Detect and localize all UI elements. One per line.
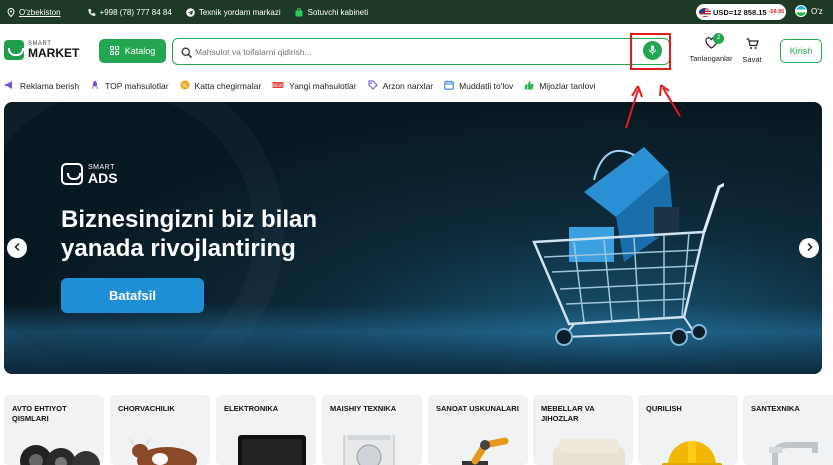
heart-icon (688, 37, 734, 51)
category-label: AVTO EHTIYOT QISMLARI (12, 404, 67, 423)
shopping-bag-icon (295, 7, 304, 17)
language-label: O'z (811, 6, 823, 16)
nav-item-top-products[interactable]: TOP mahsulotlar (90, 80, 169, 92)
hero-title: Biznesingizni biz bilan yanada rivojlant… (61, 206, 318, 262)
catalog-label: Katalog (124, 46, 156, 56)
hero-banner[interactable]: SMART ADS Biznesingizni biz bilan yanada… (4, 102, 822, 374)
megaphone-icon (4, 80, 15, 92)
learn-more-button[interactable]: Batafsil (61, 278, 204, 313)
nav-item-customer-choice[interactable]: Mijozlar tanlovi (524, 80, 595, 92)
currency-rate-badge: USD=12 858.15 -58.95 (696, 4, 786, 20)
category-card-electronics[interactable]: ELEKTRONIKA (216, 395, 316, 465)
svg-text:NEW: NEW (273, 83, 283, 88)
location-pin-icon (6, 7, 15, 17)
washing-machine-icon (343, 435, 395, 465)
search-bar (172, 38, 670, 65)
discount-icon: % (180, 80, 190, 92)
category-card-auto-parts[interactable]: AVTO EHTIYOT QISMLARI (4, 395, 104, 465)
login-button[interactable]: Kirish (780, 39, 822, 63)
nav-item-label: Mijozlar tanlovi (539, 81, 596, 91)
favorites-link[interactable]: 2 Tanlanganlar (688, 33, 734, 63)
category-card-livestock[interactable]: CHORVACHILIK (110, 395, 210, 465)
sofa-icon (553, 439, 625, 465)
nav-item-label: Muddatli to'lov (459, 81, 514, 91)
tablet-icon (238, 435, 306, 465)
nav-item-installments[interactable]: Muddatli to'lov (444, 80, 513, 92)
smart-ads-logo-icon (61, 163, 83, 185)
category-label: SANOAT USKUNALARI (436, 404, 519, 413)
cart-icon (738, 38, 766, 52)
chevron-right-icon (806, 242, 813, 254)
faucet-icon (769, 442, 818, 465)
language-selector[interactable]: O'z (795, 5, 823, 17)
category-card-industrial-equipment[interactable]: SANOAT USKUNALARI (428, 395, 528, 465)
chevron-left-icon (13, 242, 21, 254)
brand-big: ADS (88, 169, 118, 186)
quick-nav: Reklama berish TOP mahsulotlar % Katta c… (4, 79, 606, 93)
cart-label: Savat (742, 55, 762, 64)
nav-item-label: Katta chegirmalar (194, 81, 262, 91)
category-label: MEBELLAR VA JIHOZLAR (541, 404, 595, 423)
carousel-next-button[interactable] (799, 238, 819, 258)
nav-item-new-products[interactable]: NEW Yangi mahsulotlar (272, 81, 357, 91)
nav-item-label: TOP mahsulotlar (105, 81, 169, 91)
favorites-label: Tanlanganlar (689, 54, 733, 63)
category-card-construction[interactable]: QURILISH (638, 395, 738, 465)
category-label: MAISHIY TEXNIKA (330, 404, 397, 413)
seller-label: Sotuvchi kabineti (307, 7, 369, 17)
search-icon (181, 45, 192, 63)
nav-item-label: Arzon narxlar (382, 81, 434, 91)
category-label: CHORVACHILIK (118, 404, 175, 413)
category-label: SANTEXNIKA (751, 404, 800, 413)
support-label: Texnik yordam markazi (198, 7, 281, 17)
smart-ads-logo: SMART ADS (61, 163, 118, 185)
calendar-icon (444, 80, 454, 92)
nav-item-label: Reklama berish (20, 81, 80, 91)
logo-big-text: MARKET (28, 46, 80, 60)
currency-rate: USD=12 858.15 (713, 7, 767, 17)
uzbekistan-flag-icon (795, 5, 807, 17)
cow-icon (129, 438, 197, 465)
grid-icon (109, 45, 119, 57)
nav-item-label: Yangi mahsulotlar (289, 81, 357, 91)
catalog-button[interactable]: Katalog (99, 39, 166, 63)
rocket-icon (90, 80, 100, 92)
robot-arm-icon (462, 437, 509, 465)
category-label: QURILISH (646, 404, 682, 413)
nav-item-big-discounts[interactable]: % Katta chegirmalar (180, 80, 262, 92)
highlight-box (630, 33, 671, 70)
nav-item-advertise[interactable]: Reklama berish (4, 80, 79, 92)
new-tag-icon: NEW (272, 81, 284, 91)
hard-hat-icon (662, 441, 722, 465)
phone-icon (87, 8, 96, 17)
nav-item-cheap-prices[interactable]: Arzon narxlar (367, 80, 434, 92)
price-tag-icon (367, 80, 378, 92)
category-card-furniture[interactable]: MEBELLAR VA JIHOZLAR (533, 395, 633, 465)
category-card-home-appliances[interactable]: MAISHIY TEXNIKA (322, 395, 422, 465)
support-link[interactable]: Texnik yordam markazi (186, 8, 281, 17)
phone-link[interactable]: +998 (78) 777 84 84 (87, 8, 172, 17)
svg-text:%: % (182, 82, 188, 89)
thumbs-up-icon (524, 80, 534, 92)
shopping-cart-illustration (532, 147, 724, 346)
smart-market-logo-icon (4, 40, 24, 60)
category-card-plumbing[interactable]: SANTEXNIKA (743, 395, 833, 465)
region-label: O'zbekiston (19, 7, 61, 17)
carousel-prev-button[interactable] (7, 238, 27, 258)
cart-link[interactable]: Savat (738, 38, 766, 64)
us-flag-icon (699, 7, 711, 17)
region-selector[interactable]: O'zbekiston (6, 7, 61, 17)
site-logo[interactable]: SMART MARKET (4, 40, 79, 60)
search-input[interactable] (195, 43, 605, 60)
phone-label: +998 (78) 777 84 84 (99, 7, 172, 17)
category-label: ELEKTRONIKA (224, 404, 279, 413)
seller-cabinet-link[interactable]: Sotuvchi kabineti (295, 8, 368, 17)
tires-icon (20, 445, 100, 465)
currency-change: -58.95 (768, 9, 785, 15)
annotation-arrows (625, 84, 681, 129)
favorites-count-badge: 2 (713, 33, 724, 44)
telegram-icon (186, 7, 195, 17)
